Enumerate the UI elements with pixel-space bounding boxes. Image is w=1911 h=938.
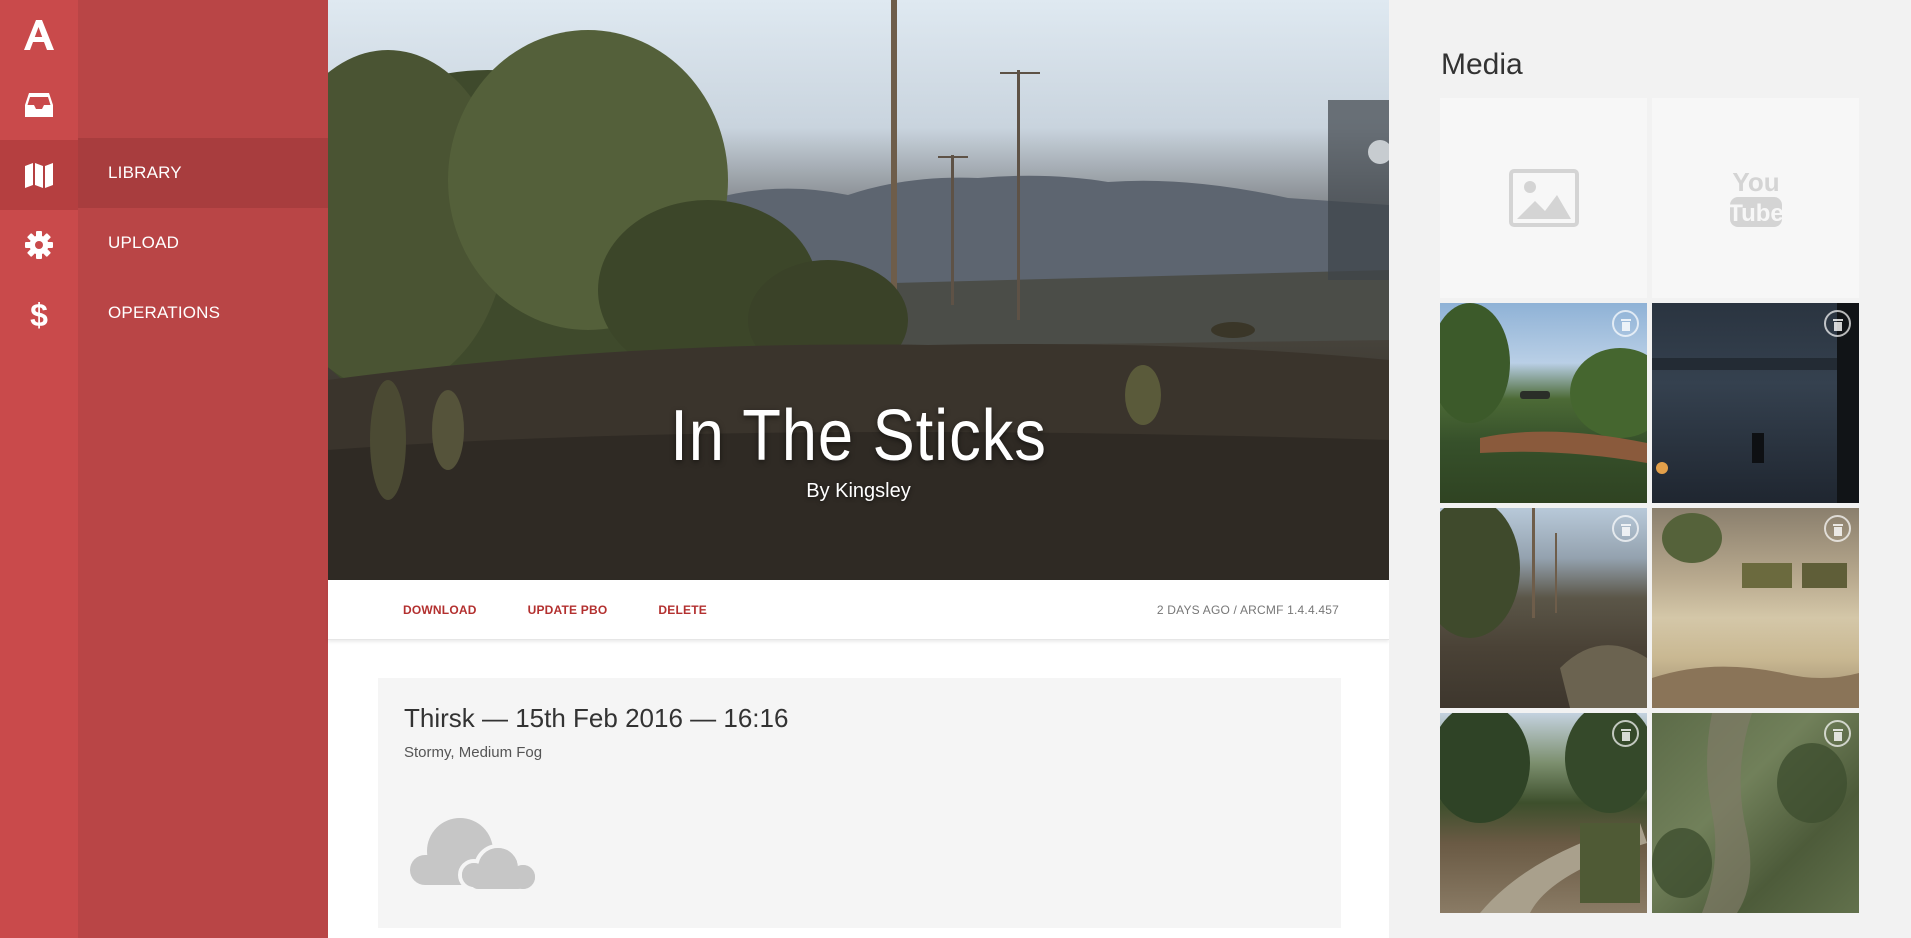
media-thumbnail[interactable] — [1440, 713, 1647, 913]
delete-media-button[interactable] — [1612, 720, 1639, 747]
upload-rail-button[interactable] — [0, 210, 78, 280]
mission-weather: Stormy, Medium Fog — [404, 744, 543, 761]
icon-rail: $ — [0, 0, 78, 938]
download-button[interactable]: DOWNLOAD — [403, 603, 477, 617]
youtube-icon: You Tube — [1728, 167, 1784, 227]
mission-map-date: Thirsk — 15th Feb 2016 — 16:16 — [404, 703, 789, 733]
app-logo-icon — [24, 20, 54, 50]
logo-button[interactable] — [0, 0, 78, 70]
nav-item-label: OPERATIONS — [108, 303, 221, 322]
library-rail-button[interactable] — [0, 140, 78, 210]
main-content: In The Sticks By Kingsley DOWNLOAD UPDAT… — [328, 0, 1389, 938]
delete-media-button[interactable] — [1824, 720, 1851, 747]
media-thumbnail[interactable] — [1440, 303, 1647, 503]
svg-text:You: You — [1732, 167, 1779, 197]
mission-title: In The Sticks — [670, 396, 1047, 476]
nav-panel: LIBRARY UPLOAD OPERATIONS — [78, 0, 328, 938]
trash-icon — [1620, 728, 1631, 741]
image-icon — [1508, 169, 1579, 227]
map-icon — [25, 163, 53, 188]
gear-icon — [25, 231, 53, 259]
svg-text:Tube: Tube — [1728, 200, 1784, 227]
delete-media-button[interactable] — [1612, 310, 1639, 337]
add-image-button[interactable] — [1440, 98, 1647, 298]
cloud-icon — [410, 818, 539, 893]
mission-info-card: Thirsk — 15th Feb 2016 — 16:16 Stormy, M… — [378, 678, 1341, 928]
media-grid: You Tube — [1440, 98, 1859, 913]
mission-meta: 2 DAYS AGO / ARCMF 1.4.4.457 — [1156, 602, 1339, 617]
trash-icon — [1620, 523, 1631, 536]
action-bar: DOWNLOAD UPDATE PBO DELETE 2 DAYS AGO / … — [328, 580, 1389, 640]
delete-media-button[interactable] — [1612, 515, 1639, 542]
inbox-icon — [25, 93, 53, 117]
mission-author: By Kingsley — [806, 480, 911, 502]
add-youtube-button[interactable]: You Tube — [1652, 98, 1859, 298]
trash-icon — [1832, 318, 1843, 331]
media-thumbnail[interactable] — [1652, 713, 1859, 913]
trash-icon — [1832, 523, 1843, 536]
dollar-icon: $ — [30, 299, 48, 331]
nav-item-upload[interactable]: UPLOAD — [78, 208, 328, 278]
delete-button[interactable]: DELETE — [658, 603, 707, 617]
nav-item-label: UPLOAD — [108, 233, 180, 252]
media-thumbnail[interactable] — [1440, 508, 1647, 708]
hero-banner: In The Sticks By Kingsley — [328, 0, 1389, 580]
media-panel: Media You Tube — [1389, 0, 1911, 938]
nav-item-operations[interactable]: OPERATIONS — [78, 278, 328, 348]
media-thumbnail[interactable] — [1652, 303, 1859, 503]
media-title: Media — [1441, 48, 1523, 81]
trash-icon — [1832, 728, 1843, 741]
media-thumbnail[interactable] — [1652, 508, 1859, 708]
update-pbo-button[interactable]: UPDATE PBO — [528, 603, 608, 617]
trash-icon — [1620, 318, 1631, 331]
delete-media-button[interactable] — [1824, 515, 1851, 542]
svg-text:$: $ — [30, 299, 48, 331]
inbox-button[interactable] — [0, 70, 78, 140]
operations-rail-button[interactable]: $ — [0, 280, 78, 350]
nav-item-label: LIBRARY — [108, 163, 182, 182]
delete-media-button[interactable] — [1824, 310, 1851, 337]
nav-item-library[interactable]: LIBRARY — [78, 138, 328, 208]
